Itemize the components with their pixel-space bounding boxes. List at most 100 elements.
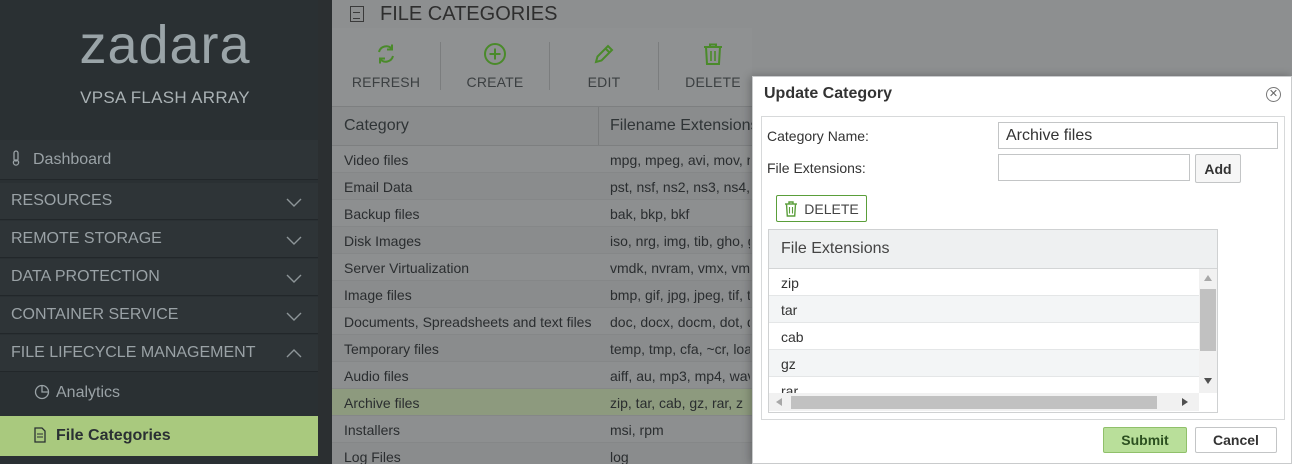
tool-label: REFRESH — [351, 74, 421, 90]
sidebar: zadara VPSA FLASH ARRAY Dashboard RESOUR… — [0, 0, 318, 464]
cell-extensions: vmdk, nvram, vmx, vmxf — [610, 260, 750, 276]
sidebar-item-label: FILE LIFECYCLE MANAGEMENT — [11, 344, 256, 361]
thermometer-icon — [11, 150, 27, 169]
sidebar-item-label: File Categories — [56, 427, 171, 444]
chevron-down-icon — [286, 274, 302, 283]
scroll-left-icon[interactable] — [775, 397, 783, 407]
cell-category: Archive files — [344, 395, 420, 411]
column-header-category[interactable]: Category — [344, 107, 409, 145]
column-header-extensions[interactable]: Filename Extensions — [610, 107, 759, 145]
cell-extensions: msi, rpm — [610, 422, 664, 438]
sidebar-item-dashboard[interactable]: Dashboard — [0, 140, 318, 180]
category-name-input[interactable] — [998, 122, 1278, 149]
delete-button[interactable]: DELETE — [659, 28, 767, 106]
cell-extensions: mpg, mpeg, avi, mov, m — [610, 152, 750, 168]
chevron-down-icon — [286, 312, 302, 321]
file-extensions-label: File Extensions: — [767, 160, 866, 176]
cell-extensions: bmp, gif, jpg, jpeg, tif, tiff — [610, 287, 750, 303]
tool-label: DELETE — [685, 74, 741, 90]
list-item[interactable]: tar — [769, 296, 1199, 323]
sidebar-item-label: RESOURCES — [11, 192, 113, 209]
delete-extension-button[interactable]: DELETE — [776, 195, 867, 222]
sidebar-item-label: CONTAINER SERVICE — [11, 306, 179, 323]
scroll-right-icon[interactable] — [1181, 397, 1189, 407]
category-name-label: Category Name: — [767, 128, 869, 144]
list-item[interactable]: rar — [769, 377, 1199, 393]
cell-category: Documents, Spreadsheets and text files — [344, 314, 592, 330]
dialog-form: Category Name: File Extensions: Add DELE… — [761, 116, 1285, 420]
list-item[interactable]: zip — [769, 269, 1199, 296]
sidebar-item-remote-storage[interactable]: REMOTE STORAGE — [0, 221, 318, 258]
trash-icon — [785, 200, 798, 217]
file-extension-input[interactable] — [998, 154, 1190, 181]
sidebar-item-file-categories[interactable]: File Categories — [0, 416, 318, 456]
cell-category: Server Virtualization — [344, 260, 470, 276]
cell-category: Temporary files — [344, 341, 439, 357]
cell-extensions: iso, nrg, img, tib, gho, gh — [610, 233, 750, 249]
scroll-up-icon[interactable] — [1203, 274, 1213, 282]
tool-label: EDIT — [587, 74, 621, 90]
cell-extensions: pst, nsf, ns2, ns3, ns4, n — [610, 179, 750, 195]
cell-category: Audio files — [344, 368, 409, 384]
sidebar-item-data-protection[interactable]: DATA PROTECTION — [0, 259, 318, 296]
toolbar: REFRESH CREATE EDIT DELETE — [332, 28, 752, 106]
scroll-down-icon[interactable] — [1203, 377, 1213, 385]
edit-button[interactable]: EDIT — [550, 28, 658, 106]
cell-category: Log Files — [344, 449, 401, 464]
dialog-title: Update Category — [764, 85, 893, 102]
scroll-thumb[interactable] — [791, 396, 1157, 409]
grid-body: zip tar cab gz rar — [769, 269, 1199, 393]
tool-label: CREATE — [466, 74, 524, 90]
sidebar-item-analytics[interactable]: Analytics — [0, 373, 318, 413]
column-divider — [598, 107, 599, 145]
plus-circle-icon — [441, 42, 549, 68]
trash-icon — [659, 42, 767, 68]
cell-category: Email Data — [344, 179, 413, 195]
grid-header: File Extensions — [769, 230, 1217, 269]
file-extensions-grid: File Extensions zip tar cab gz rar — [768, 229, 1218, 413]
document-icon — [350, 6, 364, 22]
cell-extensions: bak, bkp, bkf — [610, 206, 690, 222]
delete-label: DELETE — [804, 200, 859, 217]
add-button[interactable]: Add — [1195, 154, 1241, 183]
list-item[interactable]: gz — [769, 350, 1199, 377]
sidebar-item-label: REMOTE STORAGE — [11, 230, 162, 247]
sidebar-item-label: Dashboard — [33, 150, 112, 168]
pie-chart-icon — [34, 384, 50, 403]
cell-extensions: aiff, au, mp3, mp4, wav, w — [610, 368, 750, 384]
chevron-down-icon — [286, 198, 302, 207]
create-button[interactable]: CREATE — [441, 28, 549, 106]
close-icon[interactable]: ✕ — [1266, 87, 1281, 102]
refresh-button[interactable]: REFRESH — [332, 28, 440, 106]
cell-extensions: doc, docx, docm, dot, do — [610, 314, 750, 330]
update-category-dialog: Update Category ✕ Category Name: File Ex… — [752, 76, 1292, 464]
chevron-down-icon — [286, 236, 302, 245]
horizontal-scrollbar[interactable] — [769, 393, 1199, 411]
page-title-text: FILE CATEGORIES — [380, 2, 558, 25]
sidebar-item-label: Analytics — [56, 384, 121, 401]
submit-button[interactable]: Submit — [1103, 427, 1187, 453]
sidebar-item-label: DATA PROTECTION — [11, 268, 160, 285]
cell-category: Disk Images — [344, 233, 422, 249]
page-title: FILE CATEGORIES — [350, 0, 557, 28]
scroll-thumb[interactable] — [1200, 289, 1216, 351]
list-item[interactable]: cab — [769, 323, 1199, 350]
sidebar-item-container-service[interactable]: CONTAINER SERVICE — [0, 297, 318, 334]
document-icon — [34, 426, 50, 446]
cell-category: Backup files — [344, 206, 420, 222]
cell-category: Video files — [344, 152, 409, 168]
product-subtitle: VPSA FLASH ARRAY — [80, 88, 250, 107]
cell-extensions: temp, tmp, cfa, ~cr, load — [610, 341, 750, 357]
sidebar-item-resources[interactable]: RESOURCES — [0, 183, 318, 220]
app-root: zadara VPSA FLASH ARRAY Dashboard RESOUR… — [0, 0, 1292, 464]
sidebar-item-file-lifecycle-management[interactable]: FILE LIFECYCLE MANAGEMENT — [0, 335, 318, 372]
cell-category: Installers — [344, 422, 401, 438]
cancel-button[interactable]: Cancel — [1195, 427, 1277, 453]
pencil-icon — [550, 42, 658, 68]
cell-extensions: zip, tar, cab, gz, rar, z — [610, 395, 744, 411]
cell-category: Image files — [344, 287, 412, 303]
vertical-scrollbar[interactable] — [1199, 269, 1217, 393]
cell-extensions: log — [610, 449, 629, 464]
logo: zadara — [79, 15, 251, 75]
chevron-up-icon — [286, 349, 302, 358]
